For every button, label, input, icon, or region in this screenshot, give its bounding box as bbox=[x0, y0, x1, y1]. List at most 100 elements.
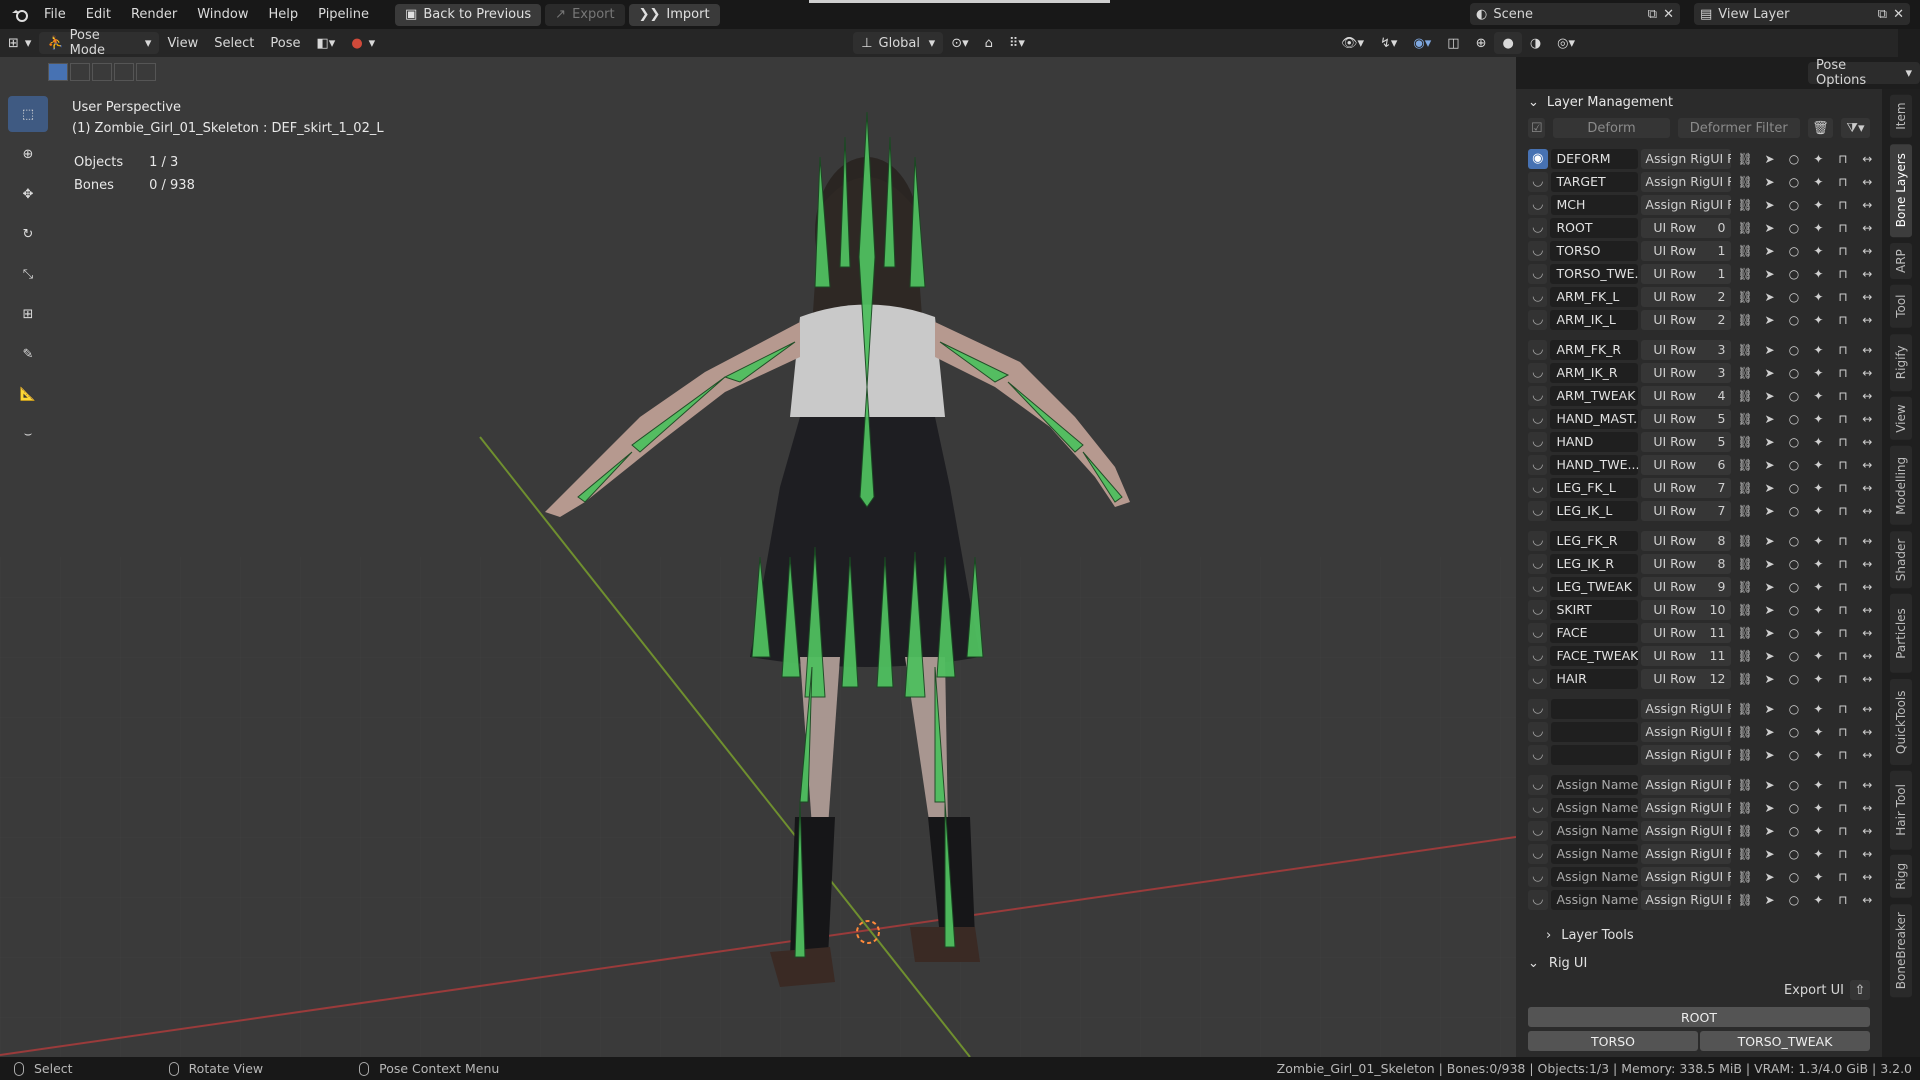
solo-circle-icon[interactable]: ○ bbox=[1783, 363, 1804, 383]
editor-type-button[interactable]: ⊞ ▾ bbox=[0, 32, 39, 54]
layer-ui-row-field[interactable]: Assign RigUI R... bbox=[1641, 820, 1732, 841]
bone-icon[interactable]: ✦ bbox=[1808, 241, 1829, 261]
layer-ui-row-field[interactable]: UI Row 4 bbox=[1641, 385, 1732, 406]
scale-tool-icon[interactable]: ⤡ bbox=[8, 256, 48, 292]
link-icon[interactable]: ⛓ bbox=[1734, 775, 1755, 795]
bone-icon[interactable]: ✦ bbox=[1808, 340, 1829, 360]
layer-name-field[interactable] bbox=[1550, 744, 1639, 765]
select-arrow-icon[interactable]: ➤ bbox=[1759, 386, 1780, 406]
solo-circle-icon[interactable]: ○ bbox=[1783, 821, 1804, 841]
swap-arrows-icon[interactable]: ↔ bbox=[1857, 623, 1878, 643]
eye-closed-icon[interactable]: ◡ bbox=[1528, 408, 1548, 429]
lock-icon[interactable]: ⊓ bbox=[1832, 699, 1853, 719]
link-icon[interactable]: ⛓ bbox=[1734, 867, 1755, 887]
lock-icon[interactable]: ⊓ bbox=[1832, 432, 1853, 452]
solo-circle-icon[interactable]: ○ bbox=[1783, 340, 1804, 360]
eye-closed-icon[interactable]: ◡ bbox=[1528, 263, 1548, 284]
layer-ui-row-field[interactable]: Assign RigUI R... bbox=[1641, 889, 1732, 910]
link-icon[interactable]: ⛓ bbox=[1734, 501, 1755, 521]
bone-icon[interactable]: ✦ bbox=[1808, 600, 1829, 620]
solo-circle-icon[interactable]: ○ bbox=[1783, 310, 1804, 330]
solo-circle-icon[interactable]: ○ bbox=[1783, 264, 1804, 284]
select-arrow-icon[interactable]: ➤ bbox=[1759, 172, 1780, 192]
link-icon[interactable]: ⛓ bbox=[1734, 844, 1755, 864]
eye-closed-icon[interactable]: ◡ bbox=[1528, 668, 1548, 689]
menu-edit[interactable]: Edit bbox=[76, 7, 121, 22]
torso-button[interactable]: TORSO bbox=[1528, 1031, 1698, 1051]
solo-circle-icon[interactable]: ○ bbox=[1783, 478, 1804, 498]
layer-name-field[interactable]: ARM_FK_R bbox=[1550, 339, 1639, 360]
copy-icon[interactable]: ⧉ bbox=[1648, 7, 1657, 22]
layer-name-field[interactable]: LEG_FK_R bbox=[1550, 530, 1639, 551]
link-icon[interactable]: ⛓ bbox=[1734, 890, 1755, 910]
layer-name-field[interactable]: DEFORM bbox=[1550, 148, 1639, 169]
select-subtract-icon[interactable] bbox=[92, 63, 112, 81]
layer-ui-row-field[interactable]: Assign RigUI R... bbox=[1641, 148, 1732, 169]
solo-circle-icon[interactable]: ○ bbox=[1783, 867, 1804, 887]
bone-icon[interactable]: ✦ bbox=[1808, 821, 1829, 841]
select-menu[interactable]: Select bbox=[206, 32, 262, 54]
close-icon[interactable]: ✕ bbox=[1663, 7, 1674, 22]
eye-closed-icon[interactable]: ◡ bbox=[1528, 889, 1548, 910]
layer-name-field[interactable]: Assign Name bbox=[1550, 843, 1639, 864]
solo-circle-icon[interactable]: ○ bbox=[1783, 623, 1804, 643]
eye-closed-icon[interactable]: ◡ bbox=[1528, 171, 1548, 192]
layer-ui-row-field[interactable]: UI Row 3 bbox=[1641, 362, 1732, 383]
link-icon[interactable]: ⛓ bbox=[1734, 149, 1755, 169]
bone-icon[interactable]: ✦ bbox=[1808, 172, 1829, 192]
select-arrow-icon[interactable]: ➤ bbox=[1759, 264, 1780, 284]
deform-button[interactable]: Deform bbox=[1553, 118, 1670, 138]
swap-arrows-icon[interactable]: ↔ bbox=[1857, 600, 1878, 620]
layer-name-field[interactable] bbox=[1550, 698, 1639, 719]
swap-arrows-icon[interactable]: ↔ bbox=[1857, 821, 1878, 841]
eye-closed-icon[interactable]: ◡ bbox=[1528, 454, 1548, 475]
select-new-icon[interactable] bbox=[48, 63, 68, 81]
select-arrow-icon[interactable]: ➤ bbox=[1759, 287, 1780, 307]
link-icon[interactable]: ⛓ bbox=[1734, 386, 1755, 406]
select-arrow-icon[interactable]: ➤ bbox=[1759, 867, 1780, 887]
solo-circle-icon[interactable]: ○ bbox=[1783, 554, 1804, 574]
solo-circle-icon[interactable]: ○ bbox=[1783, 455, 1804, 475]
bone-icon[interactable]: ✦ bbox=[1808, 867, 1829, 887]
overlay-icon[interactable]: ◉▾ bbox=[1405, 32, 1439, 54]
trash-icon[interactable]: 🗑 bbox=[1807, 118, 1833, 138]
swap-arrows-icon[interactable]: ↔ bbox=[1857, 775, 1878, 795]
layer-ui-row-field[interactable]: UI Row 9 bbox=[1641, 576, 1732, 597]
layer-ui-row-field[interactable]: UI Row 6 bbox=[1641, 454, 1732, 475]
select-arrow-icon[interactable]: ➤ bbox=[1759, 722, 1780, 742]
select-arrow-icon[interactable]: ➤ bbox=[1759, 890, 1780, 910]
cursor-tool-icon[interactable]: ⊕ bbox=[8, 136, 48, 172]
layer-name-field[interactable]: SKIRT bbox=[1550, 599, 1639, 620]
swap-arrows-icon[interactable]: ↔ bbox=[1857, 241, 1878, 261]
link-icon[interactable]: ⛓ bbox=[1734, 722, 1755, 742]
layer-ui-row-field[interactable]: UI Row 8 bbox=[1641, 553, 1732, 574]
layer-ui-row-field[interactable]: UI Row 11 bbox=[1641, 622, 1732, 643]
bone-icon[interactable]: ✦ bbox=[1808, 501, 1829, 521]
menu-pipeline[interactable]: Pipeline bbox=[308, 7, 379, 22]
solo-circle-icon[interactable]: ○ bbox=[1783, 218, 1804, 238]
layer-name-field[interactable]: ARM_IK_R bbox=[1550, 362, 1639, 383]
layer-ui-row-field[interactable]: UI Row 8 bbox=[1641, 530, 1732, 551]
link-icon[interactable]: ⛓ bbox=[1734, 478, 1755, 498]
eye-closed-icon[interactable]: ◡ bbox=[1528, 698, 1548, 719]
tab-rigg[interactable]: Rigg bbox=[1890, 855, 1912, 899]
tab-modelling[interactable]: Modelling bbox=[1890, 445, 1912, 525]
layer-ui-row-field[interactable]: UI Row 7 bbox=[1641, 500, 1732, 521]
lock-icon[interactable]: ⊓ bbox=[1832, 577, 1853, 597]
select-arrow-icon[interactable]: ➤ bbox=[1759, 669, 1780, 689]
layer-ui-row-field[interactable]: UI Row 11 bbox=[1641, 645, 1732, 666]
link-icon[interactable]: ⛓ bbox=[1734, 195, 1755, 215]
solo-circle-icon[interactable]: ○ bbox=[1783, 699, 1804, 719]
solo-circle-icon[interactable]: ○ bbox=[1783, 287, 1804, 307]
layer-ui-row-field[interactable]: Assign RigUI R... bbox=[1641, 866, 1732, 887]
solo-circle-icon[interactable]: ○ bbox=[1783, 745, 1804, 765]
select-arrow-icon[interactable]: ➤ bbox=[1759, 195, 1780, 215]
export-button[interactable]: ↗ Export bbox=[545, 3, 625, 26]
select-arrow-icon[interactable]: ➤ bbox=[1759, 844, 1780, 864]
bone-icon[interactable]: ✦ bbox=[1808, 264, 1829, 284]
pivot-icon[interactable]: ⊙▾ bbox=[943, 32, 976, 54]
swap-arrows-icon[interactable]: ↔ bbox=[1857, 699, 1878, 719]
solo-circle-icon[interactable]: ○ bbox=[1783, 722, 1804, 742]
select-arrow-icon[interactable]: ➤ bbox=[1759, 531, 1780, 551]
layer-name-field[interactable]: HAND_MAST... bbox=[1550, 408, 1639, 429]
